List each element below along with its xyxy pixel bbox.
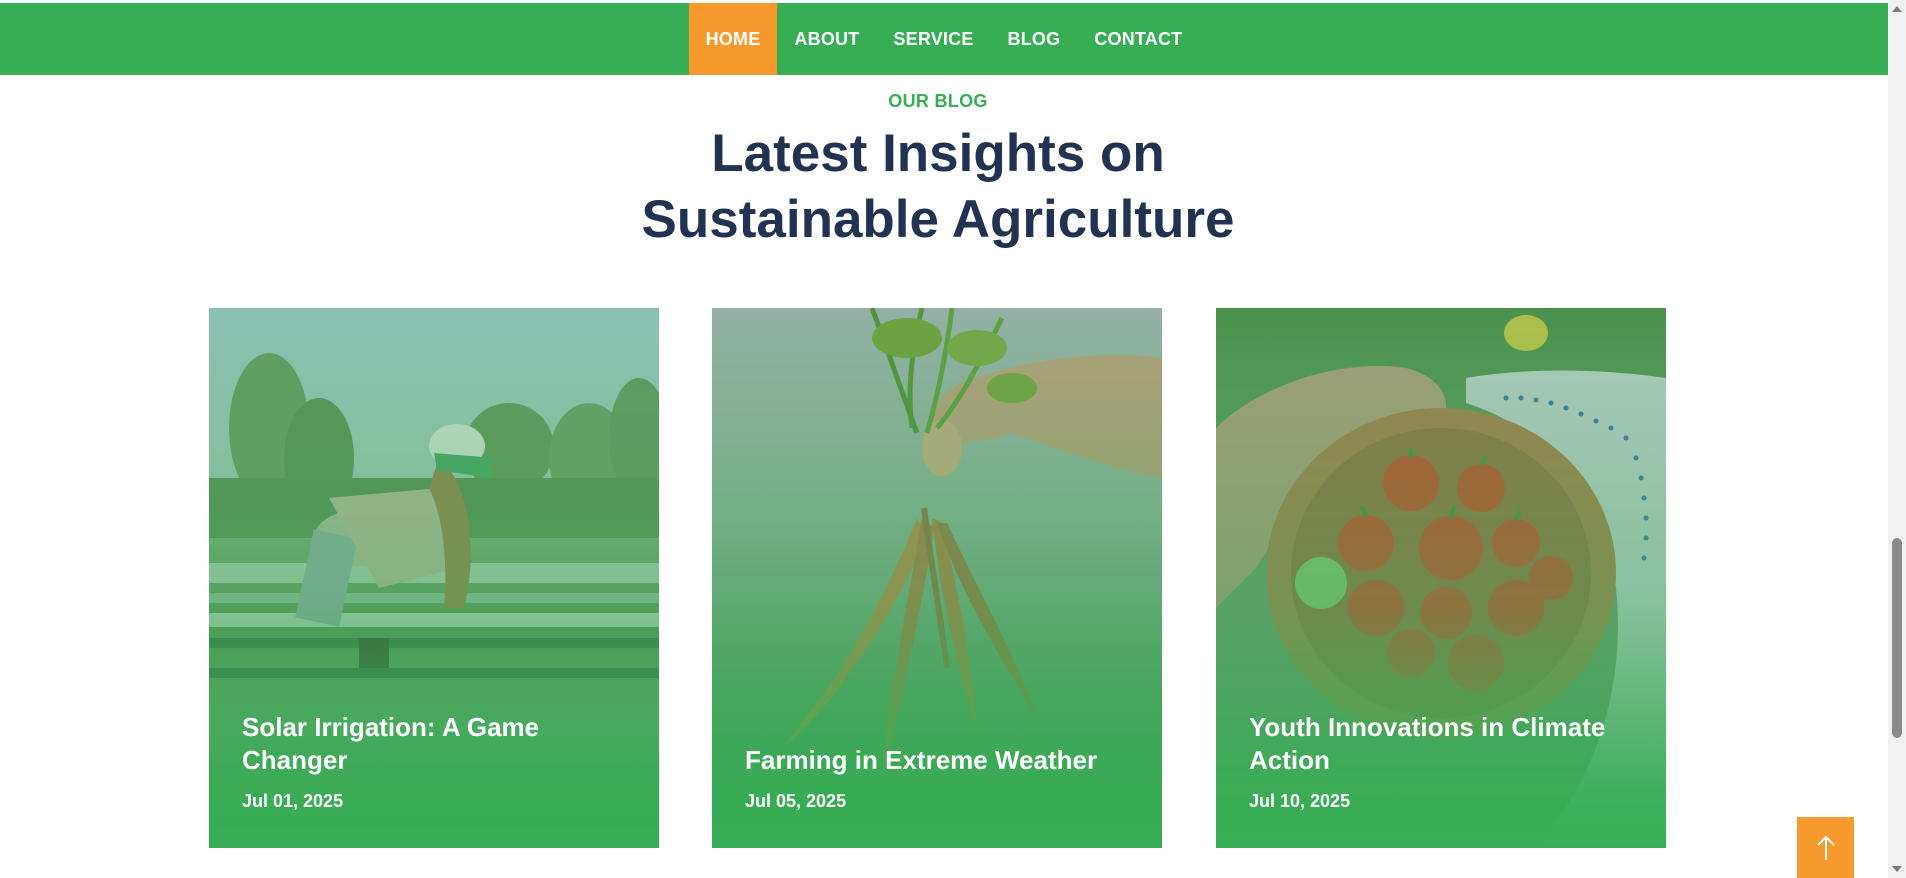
nav-list: HOME ABOUT SERVICE BLOG CONTACT (688, 3, 1200, 75)
section-title: Latest Insights on Sustainable Agricultu… (0, 121, 1876, 253)
blog-card-title[interactable]: Farming in Extreme Weather (745, 744, 1132, 777)
nav-item-blog[interactable]: BLOG (991, 3, 1078, 75)
blog-card-title[interactable]: Youth Innovations in Climate Action (1249, 711, 1636, 777)
nav-item-contact[interactable]: CONTACT (1077, 3, 1199, 75)
back-to-top-button[interactable] (1797, 817, 1854, 878)
scroll-down-arrow-icon[interactable] (1892, 866, 1902, 872)
blog-card-solar-irrigation[interactable]: Solar Irrigation: A Game Changer Jul 01,… (209, 308, 659, 848)
nav-item-about[interactable]: ABOUT (777, 3, 876, 75)
section-kicker: OUR BLOG (888, 91, 988, 111)
nav-item-service[interactable]: SERVICE (876, 3, 990, 75)
blog-card-youth-innovations[interactable]: Youth Innovations in Climate Action Jul … (1216, 308, 1666, 848)
section-title-line-2: Sustainable Agriculture (641, 190, 1235, 249)
arrow-up-icon (1816, 835, 1835, 860)
nav-item-home[interactable]: HOME (688, 3, 778, 75)
section-title-line-1: Latest Insights on (711, 124, 1165, 183)
blog-card-title[interactable]: Solar Irrigation: A Game Changer (242, 711, 629, 777)
card-text: Solar Irrigation: A Game Changer Jul 01,… (242, 711, 629, 812)
page: HOME ABOUT SERVICE BLOG CONTACT OUR BLOG… (0, 0, 1906, 878)
page-scrollbar[interactable] (1888, 0, 1906, 878)
blog-card-date: Jul 01, 2025 (242, 791, 344, 811)
card-text: Farming in Extreme Weather Jul 05, 2025 (745, 744, 1132, 812)
blog-card-extreme-weather[interactable]: Farming in Extreme Weather Jul 05, 2025 (712, 308, 1162, 848)
scroll-up-arrow-icon[interactable] (1892, 6, 1902, 12)
blog-card-date: Jul 05, 2025 (745, 791, 847, 811)
blog-card-list: Solar Irrigation: A Game Changer Jul 01,… (209, 308, 1667, 848)
blog-card-date: Jul 10, 2025 (1249, 791, 1351, 811)
card-text: Youth Innovations in Climate Action Jul … (1249, 711, 1636, 812)
main-navbar: HOME ABOUT SERVICE BLOG CONTACT (0, 3, 1888, 75)
scroll-thumb[interactable] (1892, 538, 1902, 738)
